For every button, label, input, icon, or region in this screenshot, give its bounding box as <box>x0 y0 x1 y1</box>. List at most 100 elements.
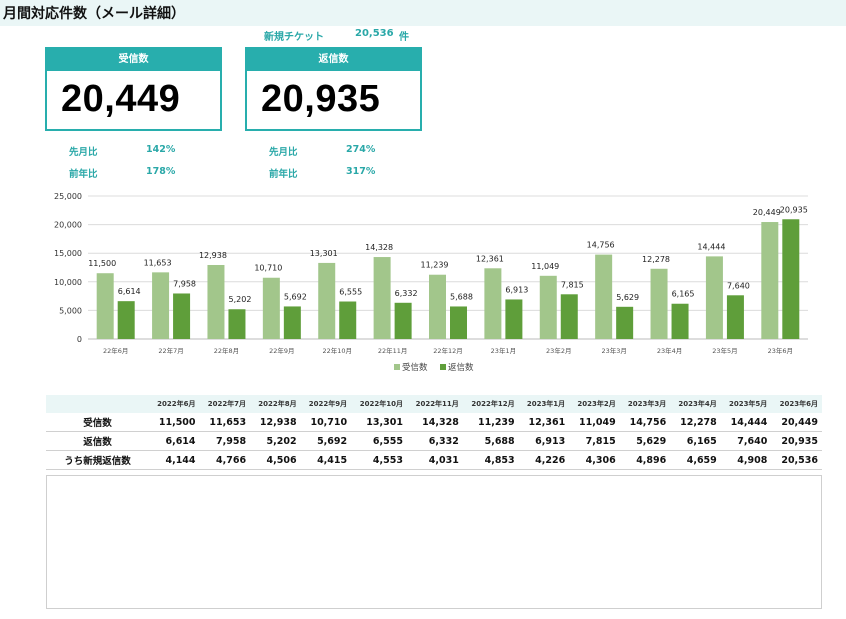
bar-replied <box>726 295 744 339</box>
table-column-header: 2023年4月 <box>670 395 721 413</box>
x-tick-label: 22年9月 <box>269 346 294 355</box>
table-cell: 14,444 <box>720 413 772 432</box>
table-header-blank <box>46 395 149 413</box>
yoy-label: 前年比 <box>269 169 298 180</box>
new-ticket-value: 20,536 <box>355 28 394 39</box>
data-label: 14,444 <box>697 242 725 251</box>
table-cell: 12,278 <box>670 413 721 432</box>
data-label: 13,301 <box>310 249 338 258</box>
bar-received <box>207 264 225 339</box>
data-label: 11,653 <box>144 258 172 267</box>
row-label: 受信数 <box>46 413 149 432</box>
table-cell: 4,144 <box>149 450 200 470</box>
x-tick-label: 23年2月 <box>546 346 571 355</box>
bar-replied <box>173 293 191 339</box>
table-cell: 13,301 <box>351 413 407 432</box>
table-cell: 4,853 <box>462 450 519 470</box>
table-cell: 11,239 <box>462 413 519 432</box>
x-tick-label: 23年6月 <box>768 346 793 355</box>
data-table: 2022年6月 2022年7月 2022年8月 2022年9月 2022年10月 2022… <box>46 395 822 470</box>
legend-swatch <box>394 364 400 370</box>
y-tick-label: 0 <box>77 335 82 344</box>
bar-replied <box>117 301 135 339</box>
title-bar: 月間対応件数（メール詳細） <box>0 0 846 26</box>
data-label: 11,239 <box>421 261 449 270</box>
table-cell: 4,553 <box>351 450 407 470</box>
table-cell: 6,913 <box>518 431 570 451</box>
table-row: うち新規返信数 4,144 4,766 4,506 4,415 4,553 4,031 4,8… <box>46 450 822 470</box>
table-cell: 4,415 <box>300 450 352 470</box>
table-cell: 4,031 <box>406 450 463 470</box>
x-tick-label: 23年5月 <box>712 346 737 355</box>
table-column-header: 2022年8月 <box>250 395 301 413</box>
table-cell: 7,640 <box>720 431 772 451</box>
table-cell: 14,328 <box>406 413 463 432</box>
data-label: 6,913 <box>505 285 528 294</box>
data-label: 6,555 <box>339 288 362 297</box>
data-label: 11,049 <box>531 262 559 271</box>
table-cell: 6,614 <box>149 431 200 451</box>
table-row: 受信数 11,500 11,653 12,938 10,710 13,301 14,328 1… <box>46 413 822 432</box>
new-ticket-unit: 件 <box>399 32 409 43</box>
table-cell: 12,938 <box>250 413 301 432</box>
data-label: 5,692 <box>284 292 307 301</box>
table-cell: 11,653 <box>199 413 251 432</box>
data-label: 20,449 <box>753 208 781 217</box>
bar-replied <box>560 294 578 339</box>
data-label: 6,165 <box>672 290 695 299</box>
x-tick-label: 23年1月 <box>491 346 516 355</box>
table-cell: 7,815 <box>569 431 620 451</box>
x-tick-label: 22年6月 <box>103 346 128 355</box>
table-body: 受信数 11,500 11,653 12,938 10,710 13,301 14,328 1… <box>46 413 822 470</box>
table-cell: 4,659 <box>670 450 721 470</box>
table-column-header: 2023年6月 <box>771 395 822 413</box>
yoy-value: 317% <box>346 166 376 177</box>
table-column-header: 2023年1月 <box>518 395 570 413</box>
data-label: 11,500 <box>88 259 116 268</box>
kpi-card-header: 受信数 <box>47 49 220 71</box>
table-cell: 11,500 <box>149 413 200 432</box>
kpi-card-value: 20,449 <box>61 78 181 120</box>
bar-received <box>152 272 170 339</box>
table-column-header: 2022年9月 <box>300 395 352 413</box>
data-label: 10,710 <box>254 264 282 273</box>
bar-replied <box>505 299 523 339</box>
bar-received <box>429 274 446 339</box>
table-cell: 11,049 <box>569 413 620 432</box>
kpi-card-header: 返信数 <box>247 49 420 71</box>
data-label: 5,688 <box>450 292 473 301</box>
x-tick-label: 22年12月 <box>433 346 463 355</box>
mom-value: 274% <box>346 144 376 155</box>
y-tick-label: 5,000 <box>59 306 82 315</box>
y-tick-label: 10,000 <box>54 278 82 287</box>
legend-label: 受信数 <box>402 362 428 373</box>
bar-received <box>650 268 668 339</box>
memo-box <box>46 475 822 609</box>
data-label: 7,958 <box>173 279 196 288</box>
data-label: 14,328 <box>365 243 393 252</box>
bar-received <box>262 277 280 339</box>
table-cell: 6,332 <box>406 431 463 451</box>
table-column-header: 2023年5月 <box>720 395 772 413</box>
bar-replied <box>671 303 689 339</box>
table-cell: 4,766 <box>199 450 251 470</box>
bar-received <box>705 256 723 339</box>
mom-label: 先月比 <box>269 147 298 158</box>
row-label: 返信数 <box>46 431 149 451</box>
bar-replied <box>283 306 301 339</box>
bar-replied <box>782 219 800 339</box>
bar-replied <box>450 306 467 339</box>
bar-received <box>761 222 779 339</box>
x-tick-label: 23年3月 <box>601 346 626 355</box>
data-label: 5,202 <box>229 295 252 304</box>
data-label: 12,361 <box>476 254 504 263</box>
bar-received <box>318 262 336 339</box>
kpi-card-received: 受信数 20,449 <box>45 47 222 131</box>
mom-label: 先月比 <box>69 147 98 158</box>
data-label: 7,640 <box>727 281 750 290</box>
table-column-header: 2022年7月 <box>199 395 251 413</box>
table-cell: 4,226 <box>518 450 570 470</box>
table-cell: 5,202 <box>250 431 301 451</box>
bar-replied <box>228 309 246 339</box>
new-ticket-label: 新規チケット <box>264 32 324 43</box>
